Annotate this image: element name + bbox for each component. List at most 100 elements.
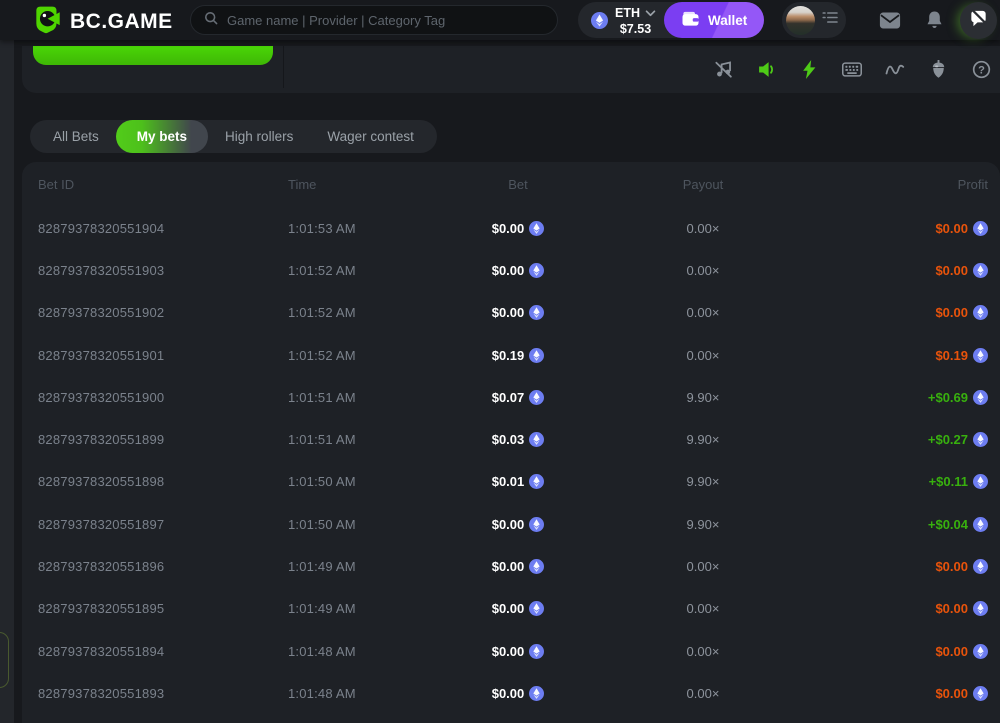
eth-coin-icon bbox=[973, 432, 988, 447]
table-header-row: Bet ID Time Bet Payout Profit bbox=[22, 162, 1000, 207]
hotkeys-keyboard-icon[interactable] bbox=[842, 60, 862, 80]
bet-payout: 0.00× bbox=[687, 601, 720, 616]
eth-coin-icon bbox=[973, 517, 988, 532]
bc-game-app: BC.GAME ETH $7.53 bbox=[0, 0, 1000, 723]
bet-payout: 9.90× bbox=[687, 474, 720, 489]
bet-payout: 0.00× bbox=[687, 348, 720, 363]
bet-payout: 9.90× bbox=[687, 390, 720, 405]
bet-id: 82879378320551898 bbox=[38, 474, 288, 489]
bet-time: 1:01:50 AM bbox=[288, 474, 428, 489]
game-toolbar: ? bbox=[713, 46, 991, 93]
eth-coin-icon bbox=[529, 517, 544, 532]
eth-coin-icon bbox=[529, 305, 544, 320]
eth-coin-icon bbox=[529, 221, 544, 236]
bet-amount: $0.00 bbox=[492, 305, 545, 320]
table-row[interactable]: 82879378320551903 1:01:52 AM $0.00 0.00×… bbox=[22, 249, 1000, 291]
table-row[interactable]: 82879378320551904 1:01:53 AM $0.00 0.00×… bbox=[22, 207, 1000, 249]
bet-id: 82879378320551899 bbox=[38, 432, 288, 447]
eth-coin-icon bbox=[529, 686, 544, 701]
eth-coin-icon bbox=[973, 221, 988, 236]
table-row[interactable]: 82879378320551899 1:01:51 AM $0.03 9.90×… bbox=[22, 418, 1000, 460]
bet-profit: $0.00 bbox=[935, 601, 988, 616]
bet-time: 1:01:52 AM bbox=[288, 348, 428, 363]
bet-amount: $0.00 bbox=[492, 644, 545, 659]
balance-amount: $7.53 bbox=[620, 22, 651, 36]
table-row[interactable]: 82879378320551894 1:01:48 AM $0.00 0.00×… bbox=[22, 630, 1000, 672]
bet-id: 82879378320551894 bbox=[38, 644, 288, 659]
table-row[interactable]: 82879378320551897 1:01:50 AM $0.00 9.90×… bbox=[22, 503, 1000, 545]
bet-id: 82879378320551895 bbox=[38, 601, 288, 616]
brand-shield-icon bbox=[32, 5, 60, 39]
search-input[interactable] bbox=[227, 13, 545, 28]
col-header-profit: Profit bbox=[958, 177, 988, 192]
table-row[interactable]: 82879378320551902 1:01:52 AM $0.00 0.00×… bbox=[22, 292, 1000, 334]
bet-amount: $0.00 bbox=[492, 686, 545, 701]
bet-time: 1:01:48 AM bbox=[288, 644, 428, 659]
table-row[interactable]: 82879378320551893 1:01:48 AM $0.00 0.00×… bbox=[22, 672, 1000, 714]
bet-id: 82879378320551901 bbox=[38, 348, 288, 363]
tab-my-bets[interactable]: My bets bbox=[116, 120, 208, 153]
live-stats-icon[interactable] bbox=[885, 60, 905, 80]
avatar bbox=[786, 6, 815, 35]
sidebar-edge bbox=[0, 40, 14, 723]
tab-high-rollers[interactable]: High rollers bbox=[208, 120, 310, 153]
sidebar-deco-outline bbox=[0, 632, 9, 688]
eth-coin-icon bbox=[529, 559, 544, 574]
tab-all-bets[interactable]: All Bets bbox=[36, 120, 116, 153]
notifications-bell-icon[interactable] bbox=[926, 10, 943, 35]
bet-profit: $0.00 bbox=[935, 644, 988, 659]
table-row[interactable]: 82879378320551900 1:01:51 AM $0.07 9.90×… bbox=[22, 376, 1000, 418]
sound-on-icon[interactable] bbox=[756, 60, 776, 80]
bet-profit: $0.00 bbox=[935, 305, 988, 320]
bet-amount: $0.00 bbox=[492, 263, 545, 278]
bet-payout: 0.00× bbox=[687, 263, 720, 278]
mail-icon[interactable] bbox=[879, 12, 901, 34]
bet-payout: 0.00× bbox=[687, 559, 720, 574]
wallet-icon bbox=[681, 11, 700, 30]
bet-payout: 0.00× bbox=[687, 644, 720, 659]
eth-coin-icon bbox=[973, 390, 988, 405]
bet-time: 1:01:51 AM bbox=[288, 432, 428, 447]
chat-toggle-button[interactable] bbox=[960, 2, 997, 39]
brand-logo[interactable]: BC.GAME bbox=[32, 5, 173, 39]
chevron-down-icon bbox=[645, 4, 656, 22]
table-row[interactable]: 82879378320551895 1:01:49 AM $0.00 0.00×… bbox=[22, 588, 1000, 630]
table-row[interactable]: 82879378320551901 1:01:52 AM $0.19 0.00×… bbox=[22, 334, 1000, 376]
bet-payout: 9.90× bbox=[687, 517, 720, 532]
game-search bbox=[190, 5, 558, 35]
bet-payout: 0.00× bbox=[687, 686, 720, 701]
bet-id: 82879378320551903 bbox=[38, 263, 288, 278]
bet-id: 82879378320551893 bbox=[38, 686, 288, 701]
bet-time: 1:01:52 AM bbox=[288, 263, 428, 278]
eth-coin-icon bbox=[973, 644, 988, 659]
bet-payout: 9.90× bbox=[687, 432, 720, 447]
currency-selector[interactable]: ETH $7.53 bbox=[615, 4, 656, 37]
panel-divider bbox=[283, 46, 284, 88]
eth-coin-icon bbox=[529, 644, 544, 659]
col-header-bet: Bet bbox=[508, 177, 528, 192]
turbo-lightning-icon[interactable] bbox=[799, 60, 819, 80]
table-row[interactable]: 82879378320551898 1:01:50 AM $0.01 9.90×… bbox=[22, 461, 1000, 503]
bet-payout: 0.00× bbox=[687, 221, 720, 236]
eth-coin-icon bbox=[973, 263, 988, 278]
fairness-seed-icon[interactable] bbox=[928, 60, 948, 80]
bet-profit: +$0.04 bbox=[928, 517, 988, 532]
table-row[interactable]: 82879378320551896 1:01:49 AM $0.00 0.00×… bbox=[22, 545, 1000, 587]
music-muted-icon[interactable] bbox=[713, 60, 733, 80]
eth-coin-icon bbox=[529, 390, 544, 405]
top-navbar: BC.GAME ETH $7.53 bbox=[0, 0, 1000, 40]
bet-id: 82879378320551896 bbox=[38, 559, 288, 574]
bets-tabs: All BetsMy betsHigh rollersWager contest bbox=[30, 120, 437, 153]
wallet-button[interactable]: Wallet bbox=[664, 2, 764, 38]
bet-profit: $0.00 bbox=[935, 559, 988, 574]
profile-menu[interactable] bbox=[782, 2, 846, 38]
tab-wager-contest[interactable]: Wager contest bbox=[310, 120, 431, 153]
eth-coin-icon bbox=[591, 12, 608, 29]
bet-button[interactable] bbox=[33, 46, 273, 65]
help-icon[interactable]: ? bbox=[971, 60, 991, 80]
bet-amount: $0.00 bbox=[492, 517, 545, 532]
bet-time: 1:01:49 AM bbox=[288, 601, 428, 616]
bet-time: 1:01:49 AM bbox=[288, 559, 428, 574]
bet-profit: $0.00 bbox=[935, 221, 988, 236]
search-icon bbox=[203, 10, 219, 31]
